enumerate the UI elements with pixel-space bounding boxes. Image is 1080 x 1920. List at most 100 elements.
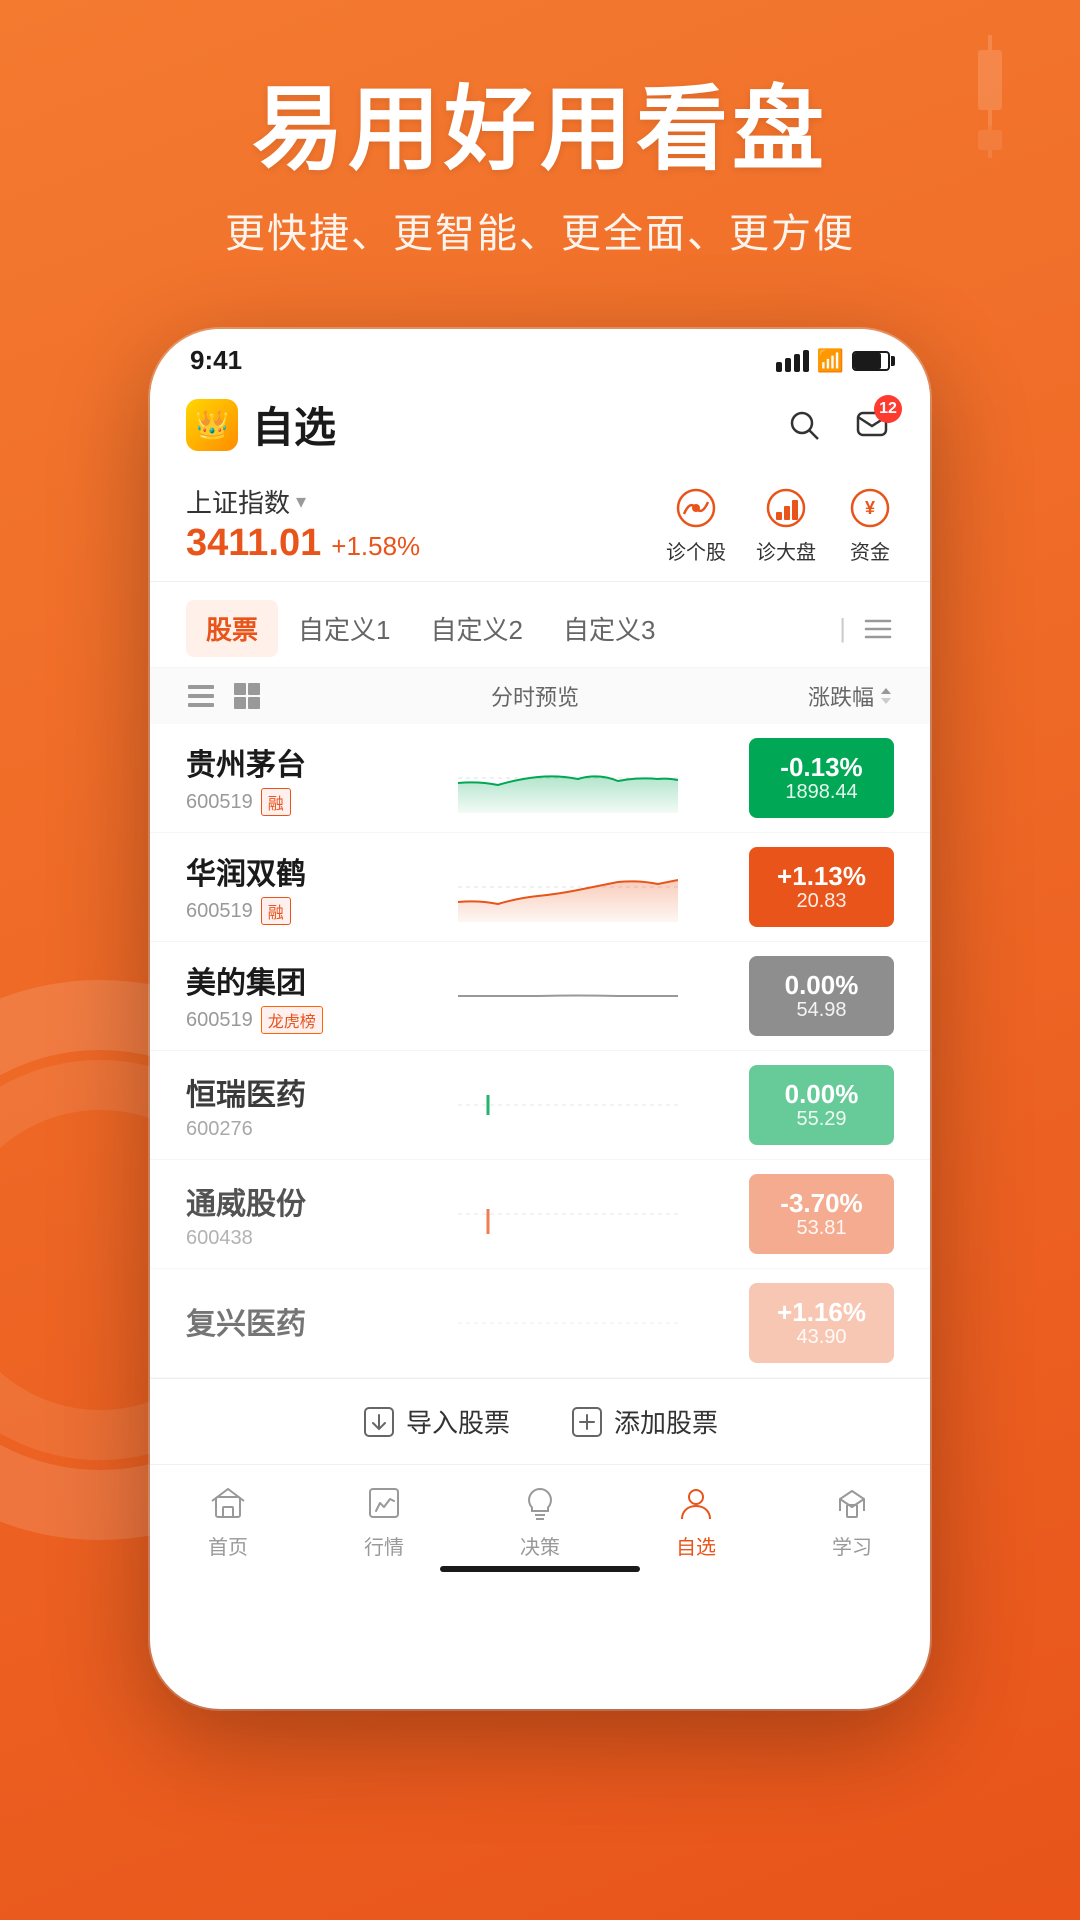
diag-stock-icon — [672, 484, 720, 532]
change-badge: 0.00% 54.98 — [749, 956, 894, 1036]
stock-code: 600519 — [186, 791, 253, 814]
stock-code: 600438 — [186, 1227, 253, 1250]
funds-icon: ¥ — [846, 484, 894, 532]
stock-code: 600519 — [186, 900, 253, 923]
nav-home[interactable]: 首页 — [150, 1481, 306, 1560]
home-indicator — [150, 1568, 930, 1578]
table-row[interactable]: 贵州茅台 600519 融 — [150, 724, 930, 833]
stock-tag: 融 — [261, 897, 291, 925]
tab-more[interactable]: | — [839, 613, 894, 645]
stock-info: 美的集团 600519 龙虎榜 — [186, 958, 386, 1034]
tab-stocks[interactable]: 股票 — [186, 600, 278, 657]
stock-code: 600519 — [186, 1009, 253, 1032]
index-info: 上证指数 ▾ 3411.01 +1.58% — [186, 483, 666, 565]
nav-decision-label: 决策 — [520, 1531, 560, 1560]
stock-info: 华润双鹤 600519 融 — [186, 849, 386, 925]
stock-code-row: 600519 龙虎榜 — [186, 1006, 386, 1034]
preview-header: 分时预览 — [262, 680, 808, 712]
import-icon — [362, 1405, 396, 1439]
list-view-icon — [186, 681, 216, 711]
add-icon — [570, 1405, 604, 1439]
change-header[interactable]: 涨跌幅 — [808, 680, 894, 712]
stock-tag: 融 — [261, 788, 291, 816]
sparkline — [386, 847, 749, 927]
view-toggle[interactable] — [186, 681, 262, 711]
stock-name: 华润双鹤 — [186, 849, 386, 893]
change-badge: +1.13% 20.83 — [749, 847, 894, 927]
bottom-nav: 首页 行情 — [150, 1464, 930, 1568]
change-badge: +1.16% 43.90 — [749, 1283, 894, 1363]
nav-decision[interactable]: 决策 — [462, 1481, 618, 1560]
search-button[interactable] — [782, 403, 826, 447]
home-icon — [206, 1481, 250, 1525]
nav-market-label: 行情 — [364, 1531, 404, 1560]
grid-view-icon — [232, 681, 262, 711]
table-row[interactable]: 华润双鹤 600519 融 — [150, 833, 930, 942]
nav-learn[interactable]: 学习 — [774, 1481, 930, 1560]
index-bar: 上证指数 ▾ 3411.01 +1.58% — [150, 471, 930, 582]
signal-icon — [776, 350, 809, 372]
index-name[interactable]: 上证指数 ▾ — [186, 483, 666, 520]
add-label: 添加股票 — [614, 1403, 718, 1440]
nav-market[interactable]: 行情 — [306, 1481, 462, 1560]
hero-subtitle: 更快捷、更智能、更全面、更方便 — [0, 201, 1080, 259]
chevron-down-icon: ▾ — [296, 489, 306, 514]
bulb-icon — [518, 1481, 562, 1525]
sparkline — [386, 738, 749, 818]
sparkline — [386, 956, 749, 1036]
stock-name: 复兴医药 — [186, 1299, 386, 1343]
app-title: 自选 — [252, 394, 782, 455]
table-row[interactable]: 美的集团 600519 龙虎榜 0.00% 54.98 — [150, 942, 930, 1051]
tab-custom2[interactable]: 自定义2 — [410, 600, 542, 657]
change-badge: 0.00% 55.29 — [749, 1065, 894, 1145]
stock-name: 贵州茅台 — [186, 740, 386, 784]
stock-code-row: 600276 — [186, 1118, 386, 1141]
quick-actions: 诊个股 诊大盘 — [666, 484, 894, 565]
battery-icon — [852, 351, 890, 371]
sparkline — [386, 1065, 749, 1145]
status-bar: 9:41 📶 — [150, 329, 930, 384]
diag-market-icon — [762, 484, 810, 532]
hero-section: 易用好用看盘 更快捷、更智能、更全面、更方便 — [0, 0, 1080, 309]
message-button[interactable]: 12 — [850, 403, 894, 447]
hero-title: 易用好用看盘 — [0, 80, 1080, 181]
funds-button[interactable]: ¥ 资金 — [846, 484, 894, 565]
app-logo: 👑 — [186, 399, 238, 451]
table-row[interactable]: 通威股份 600438 -3.70% 53.81 — [150, 1160, 930, 1269]
stock-info: 贵州茅台 600519 融 — [186, 740, 386, 816]
menu-icon — [862, 613, 894, 645]
tab-custom1[interactable]: 自定义1 — [278, 600, 410, 657]
change-badge: -3.70% 53.81 — [749, 1174, 894, 1254]
diag-stock-button[interactable]: 诊个股 — [666, 484, 726, 565]
stock-name: 美的集团 — [186, 958, 386, 1002]
sparkline — [386, 1174, 749, 1254]
add-stock-button[interactable]: 添加股票 — [570, 1403, 718, 1440]
person-icon — [674, 1481, 718, 1525]
nav-watchlist[interactable]: 自选 — [618, 1481, 774, 1560]
stock-info: 复兴医药 — [186, 1299, 386, 1347]
sort-icon — [878, 686, 894, 706]
index-value: 3411.01 — [186, 522, 321, 565]
bottom-actions: 导入股票 添加股票 — [150, 1378, 930, 1464]
diag-stock-label: 诊个股 — [666, 536, 726, 565]
nav-watchlist-label: 自选 — [676, 1531, 716, 1560]
stock-name: 通威股份 — [186, 1179, 386, 1223]
nav-home-label: 首页 — [208, 1531, 248, 1560]
nav-learn-label: 学习 — [832, 1531, 872, 1560]
home-bar — [440, 1566, 640, 1572]
learn-icon — [830, 1481, 874, 1525]
tab-custom3[interactable]: 自定义3 — [543, 600, 675, 657]
phone-mockup: 9:41 📶 👑 自选 — [150, 329, 930, 1709]
index-value-row: 3411.01 +1.58% — [186, 520, 666, 565]
bg-decoration — [940, 30, 1040, 165]
diag-market-button[interactable]: 诊大盘 — [756, 484, 816, 565]
app-header: 👑 自选 12 — [150, 384, 930, 471]
sparkline — [386, 1283, 749, 1363]
table-row[interactable]: 恒瑞医药 600276 0.00% 55.29 — [150, 1051, 930, 1160]
stock-code-row: 600438 — [186, 1227, 386, 1250]
import-stock-button[interactable]: 导入股票 — [362, 1403, 510, 1440]
stock-code-row: 600519 融 — [186, 897, 386, 925]
table-row[interactable]: 复兴医药 +1.16% 43.90 — [150, 1269, 930, 1378]
status-icons: 📶 — [776, 348, 890, 374]
stock-code: 600276 — [186, 1118, 253, 1141]
